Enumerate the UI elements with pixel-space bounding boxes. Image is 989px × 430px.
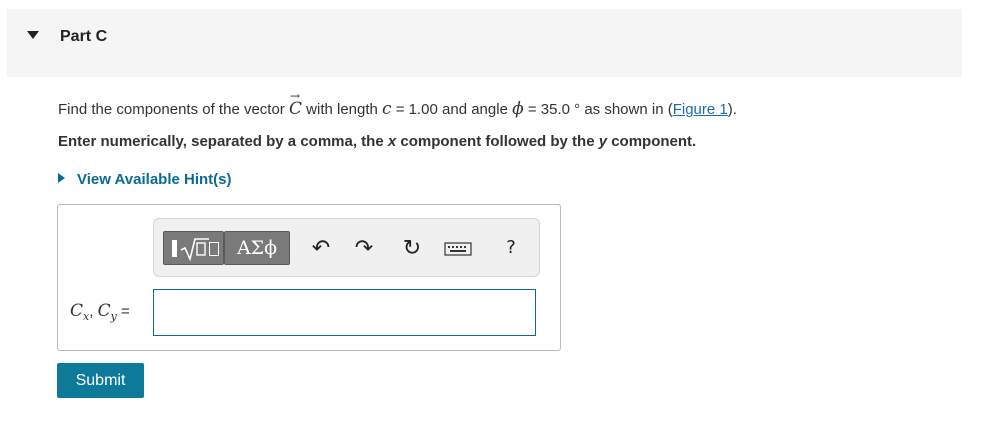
answer-label: Cx, Cy = xyxy=(70,301,130,323)
answer-box: ΑΣϕ ↶ ↷ ↻ ? Cx, Cy = xyxy=(57,204,561,351)
caret-right-icon xyxy=(58,173,65,183)
template-bar-icon xyxy=(172,240,177,257)
undo-icon[interactable]: ↶ xyxy=(307,235,335,261)
reset-icon[interactable]: ↻ xyxy=(398,235,426,261)
part-header[interactable] xyxy=(7,9,962,77)
vector-c: → C xyxy=(288,89,302,119)
submit-button[interactable]: Submit xyxy=(57,363,144,398)
figure-link[interactable]: Figure 1 xyxy=(673,101,728,118)
help-icon[interactable]: ? xyxy=(497,235,525,261)
greek-symbols-button[interactable]: ΑΣϕ xyxy=(224,231,290,265)
instruction-text: Enter numerically, separated by a comma,… xyxy=(58,133,697,150)
redo-icon[interactable]: ↷ xyxy=(350,235,378,261)
keyboard-icon[interactable] xyxy=(444,235,472,261)
part-title: Part C xyxy=(60,28,108,45)
view-hints-link[interactable]: View Available Hint(s) xyxy=(58,171,232,188)
question-text: Find the components of the vector → C wit… xyxy=(58,89,737,119)
answer-input[interactable] xyxy=(153,289,536,336)
sqrt-icon xyxy=(180,238,209,262)
collapse-caret-icon[interactable] xyxy=(27,31,39,39)
math-toolbar: ΑΣϕ ↶ ↷ ↻ ? xyxy=(153,218,540,277)
keyboard-shape xyxy=(444,242,472,256)
template-box-icon xyxy=(209,242,219,256)
templates-button[interactable] xyxy=(163,231,224,265)
